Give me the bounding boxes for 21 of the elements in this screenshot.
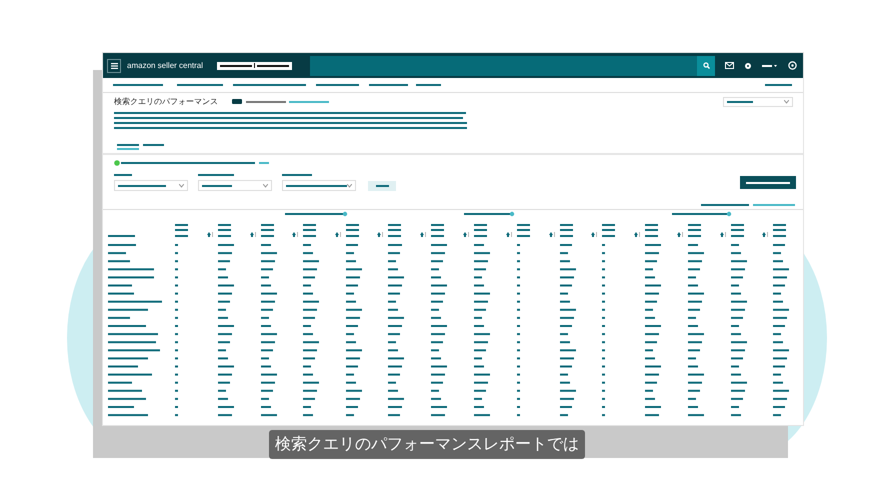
filter-dropdown[interactable] bbox=[114, 180, 188, 191]
filter-dropdown[interactable] bbox=[282, 180, 356, 191]
export-button[interactable] bbox=[740, 176, 796, 189]
date-dropdown[interactable] bbox=[723, 96, 793, 106]
page-title: 検索クエリのパフォーマンス bbox=[114, 96, 218, 107]
help-icon[interactable] bbox=[788, 61, 797, 70]
store-selector[interactable] bbox=[217, 62, 292, 70]
account-dropdown-icon[interactable] bbox=[762, 62, 778, 68]
chevron-down-icon bbox=[263, 184, 268, 188]
chevron-down-icon bbox=[347, 184, 352, 188]
search-icon[interactable] bbox=[697, 56, 715, 76]
chevron-down-icon bbox=[179, 184, 184, 188]
filter-dropdown[interactable] bbox=[198, 180, 272, 191]
menu-icon[interactable] bbox=[107, 58, 121, 72]
chevron-down-icon bbox=[784, 100, 789, 104]
settings-icon[interactable] bbox=[744, 62, 752, 70]
apply-button[interactable] bbox=[368, 181, 396, 191]
mail-icon[interactable] bbox=[725, 62, 734, 69]
subtitle-caption: 検索クエリのパフォーマンスレポートでは bbox=[269, 430, 585, 459]
search-field[interactable] bbox=[310, 56, 697, 76]
logo: amazon seller central bbox=[127, 61, 204, 70]
